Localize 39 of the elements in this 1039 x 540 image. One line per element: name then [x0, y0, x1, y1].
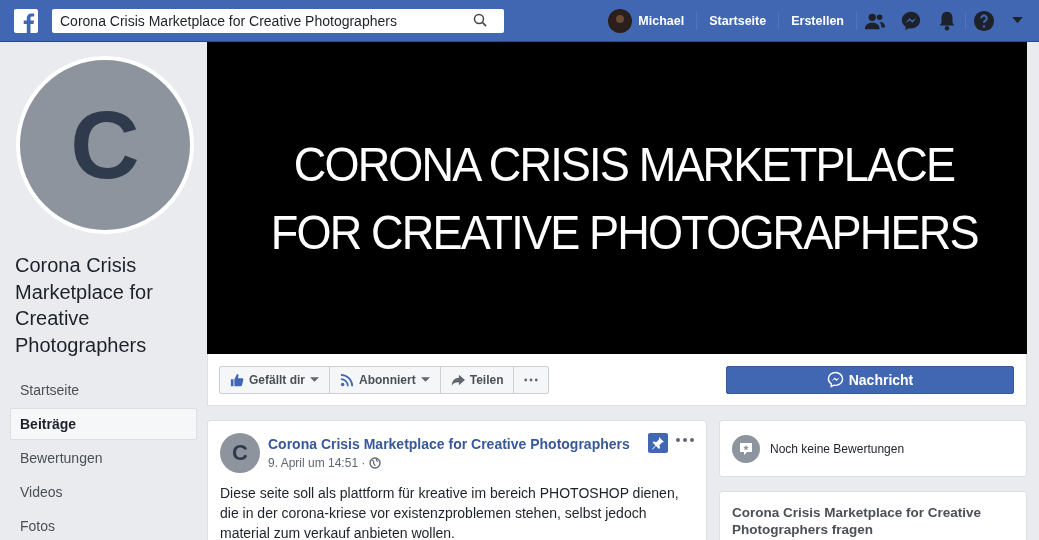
caret-icon: [420, 376, 430, 383]
messenger-icon: [826, 371, 844, 388]
dropdown-caret-icon[interactable]: [1012, 17, 1023, 24]
thumbs-up-icon: [230, 372, 244, 387]
message-button[interactable]: Nachricht: [726, 365, 1014, 394]
profile-avatar-icon: [608, 8, 633, 33]
like-button[interactable]: Gefällt dir: [219, 365, 330, 394]
page-name: Corona Crisis Marketplace for Creative Photographers: [15, 253, 154, 358]
reviews-text: Noch keine Bewertungen: [770, 441, 905, 456]
share-arrow-icon: [450, 372, 465, 387]
messenger-icon[interactable]: [900, 9, 922, 32]
post-author-link[interactable]: Corona Crisis Marketplace for Creative Photographers: [268, 436, 648, 452]
more-button[interactable]: [513, 365, 550, 394]
follow-button[interactable]: Abonniert: [329, 365, 441, 394]
cover-title: CORONA CRISIS MARKETPLACE: [293, 136, 955, 192]
help-icon[interactable]: [973, 9, 995, 32]
sidebar-item[interactable]: Fotos: [10, 510, 197, 540]
ask-title[interactable]: Corona Crisis Marketplace for Creative Photographers fragen: [732, 504, 1014, 538]
profile-link[interactable]: Michael: [608, 8, 697, 33]
cover-title: FOR CREATIVE PHOTOGRAPHERS: [270, 204, 978, 260]
nav-link[interactable]: Startseite: [697, 13, 779, 28]
sidebar-item[interactable]: Startseite: [10, 374, 197, 406]
ellipsis-icon: [524, 377, 539, 382]
sidebar-item[interactable]: Videos: [10, 476, 197, 508]
more-options-icon[interactable]: [676, 438, 694, 442]
review-bubble-icon: [732, 434, 760, 463]
page-avatar: C: [16, 56, 194, 234]
rss-icon: [340, 372, 354, 387]
post-avatar: C: [220, 433, 260, 473]
post-timestamp[interactable]: 9. April um 14:51 ·: [268, 456, 366, 470]
caret-icon: [310, 376, 319, 383]
post-text: Diese seite soll als plattform für kreative im bereich PHOTOSHOP dienen, die in der corona-kriese vor existenzproblemen stehen, selbst jedoch material zum verkauf anbieten wollen.: [220, 484, 680, 540]
facebook-logo-icon[interactable]: [14, 8, 38, 33]
share-button[interactable]: Teilen: [439, 365, 515, 394]
sidebar-item[interactable]: Bewertungen: [10, 442, 197, 474]
search-icon[interactable]: [473, 13, 488, 28]
search-field[interactable]: Corona Crisis Marketplace for Creative Photographers: [52, 8, 504, 33]
nav-link[interactable]: Erstellen: [779, 13, 856, 28]
sidebar-item[interactable]: Beiträge: [10, 408, 197, 440]
